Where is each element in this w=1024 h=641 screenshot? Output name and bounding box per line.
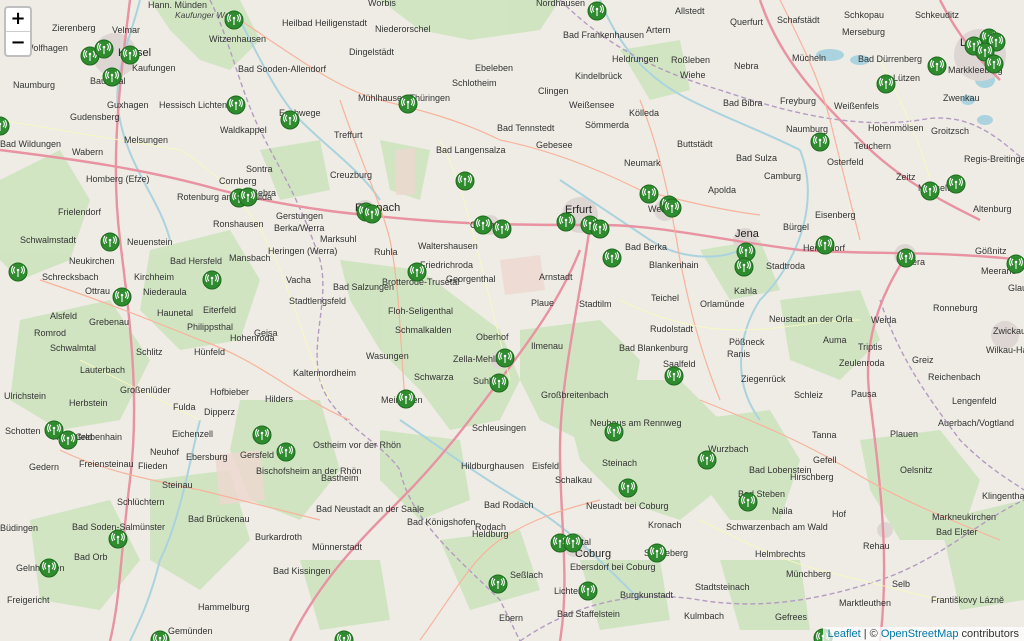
radio-tower-marker[interactable] [226,95,246,115]
attribution-separator: | © [860,628,881,640]
radio-tower-marker[interactable] [664,366,684,386]
map-view[interactable]: Hann. Münden Kaufunger Wald Velmar Ziere… [0,0,1024,641]
osm-link[interactable]: OpenStreetMap [881,628,959,640]
radio-tower-marker[interactable] [362,204,382,224]
radio-tower-marker[interactable] [94,39,114,59]
radio-tower-marker[interactable] [587,1,607,21]
attribution-suffix: contributors [958,628,1019,640]
radio-tower-marker[interactable] [984,54,1004,74]
radio-tower-marker[interactable] [896,248,916,268]
radio-tower-marker[interactable] [0,116,10,136]
radio-tower-marker[interactable] [276,442,296,462]
radio-tower-marker[interactable] [489,373,509,393]
radio-tower-marker[interactable] [738,492,758,512]
radio-tower-marker[interactable] [602,248,622,268]
radio-tower-marker[interactable] [662,198,682,218]
radio-tower-marker[interactable] [556,212,576,232]
radio-tower-marker[interactable] [578,581,598,601]
radio-tower-marker[interactable] [108,529,128,549]
radio-tower-marker[interactable] [697,450,717,470]
radio-tower-marker[interactable] [1006,254,1024,274]
radio-tower-marker[interactable] [202,270,222,290]
radio-tower-marker[interactable] [473,215,493,235]
radio-tower-marker[interactable] [102,67,122,87]
zoom-out-button[interactable]: − [6,31,30,55]
radio-tower-marker[interactable] [100,232,120,252]
map-attribution: Leaflet | © OpenStreetMap contributors [822,627,1024,641]
zoom-control: + − [4,6,32,57]
radio-tower-marker[interactable] [396,389,416,409]
radio-tower-marker[interactable] [563,533,583,553]
leaflet-link[interactable]: Leaflet [828,628,861,640]
marker-layer [0,1,1024,641]
radio-tower-marker[interactable] [810,132,830,152]
radio-tower-marker[interactable] [488,574,508,594]
radio-tower-marker[interactable] [407,262,427,282]
radio-tower-marker[interactable] [647,543,667,563]
radio-tower-marker[interactable] [120,45,140,65]
radio-tower-marker[interactable] [252,425,272,445]
radio-tower-marker[interactable] [334,630,354,641]
radio-tower-marker[interactable] [876,74,896,94]
radio-tower-marker[interactable] [39,558,59,578]
radio-tower-marker[interactable] [224,10,244,30]
radio-tower-marker[interactable] [618,478,638,498]
radio-tower-marker[interactable] [455,171,475,191]
radio-tower-marker[interactable] [946,174,966,194]
radio-tower-marker[interactable] [398,94,418,114]
radio-tower-marker[interactable] [604,422,624,442]
radio-tower-marker[interactable] [734,257,754,277]
radio-tower-marker[interactable] [590,219,610,239]
zoom-in-button[interactable]: + [6,8,30,31]
radio-tower-marker[interactable] [58,430,78,450]
radio-tower-marker[interactable] [150,630,170,641]
radio-tower-marker[interactable] [639,184,659,204]
radio-tower-marker[interactable] [8,262,28,282]
radio-tower-marker[interactable] [495,348,515,368]
radio-tower-marker[interactable] [920,181,940,201]
radio-tower-marker[interactable] [112,287,132,307]
radio-tower-marker[interactable] [927,56,947,76]
radio-tower-marker[interactable] [280,110,300,130]
radio-tower-marker[interactable] [492,219,512,239]
radio-tower-marker[interactable] [815,235,835,255]
radio-tower-marker[interactable] [238,187,258,207]
